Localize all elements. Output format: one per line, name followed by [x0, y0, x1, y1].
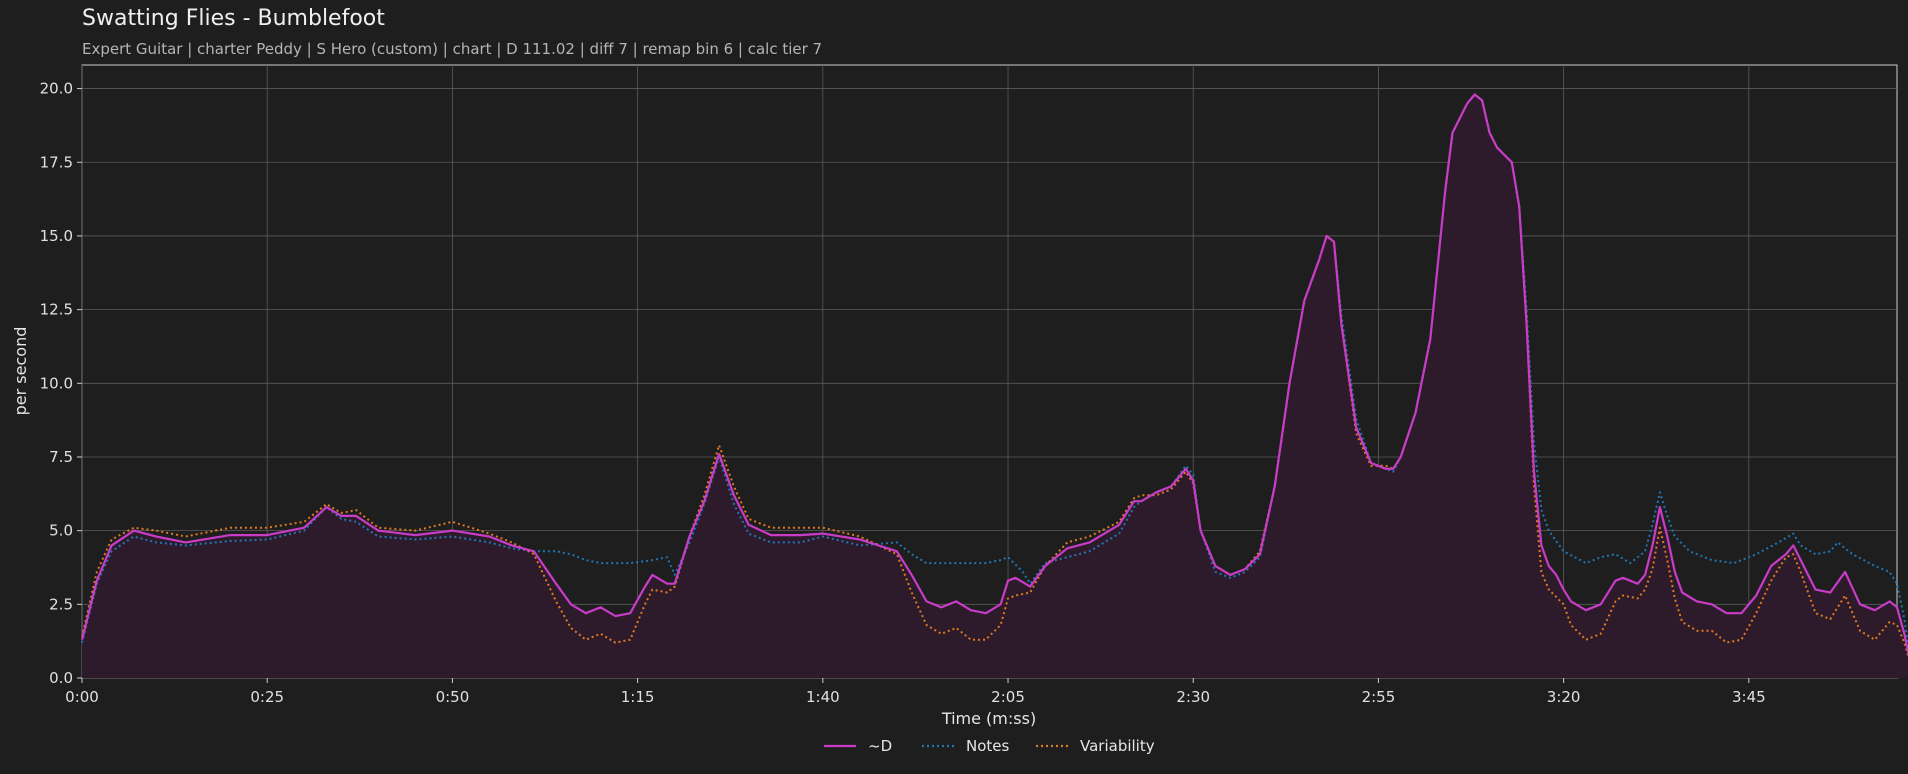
x-tick-label: 1:15	[621, 688, 655, 706]
legend: ~D Notes Variability	[824, 737, 1155, 755]
y-tick-label: 12.5	[40, 301, 73, 319]
y-tick-label: 2.5	[49, 595, 73, 613]
y-axis-label: per second	[11, 327, 30, 416]
y-axis-ticks: 0.0 2.5 5.0 7.5 10.0 12.5 15.0 17.5 20.0	[40, 80, 82, 687]
x-tick-label: 3:20	[1547, 688, 1581, 706]
y-tick-label: 7.5	[49, 448, 73, 466]
x-tick-label: 3:45	[1732, 688, 1766, 706]
legend-label: Notes	[966, 737, 1010, 755]
y-tick-label: 17.5	[40, 153, 73, 171]
y-tick-label: 5.0	[49, 522, 73, 540]
x-tick-label: 1:40	[806, 688, 840, 706]
legend-label: Variability	[1080, 737, 1155, 755]
x-tick-label: 2:05	[991, 688, 1025, 706]
x-axis-label: Time (m:ss)	[941, 709, 1036, 728]
x-tick-label: 0:25	[250, 688, 284, 706]
x-tick-label: 0:00	[65, 688, 99, 706]
x-axis-ticks: 0:00 0:25 0:50 1:15 1:40 2:05 2:30 2:55 3:20 3:45	[65, 678, 1766, 706]
chart-plot: 0:00 0:25 0:50 1:15 1:40 2:05 2:30 2:55 3:20 3:45…	[11, 64, 1908, 755]
y-tick-label: 10.0	[40, 374, 73, 392]
y-tick-label: 15.0	[40, 227, 73, 245]
x-tick-label: 2:30	[1176, 688, 1210, 706]
y-tick-label: 20.0	[40, 80, 73, 98]
legend-label: ~D	[868, 737, 892, 755]
y-tick-label: 0.0	[49, 669, 73, 687]
x-tick-label: 2:55	[1362, 688, 1396, 706]
x-tick-label: 0:50	[436, 688, 470, 706]
